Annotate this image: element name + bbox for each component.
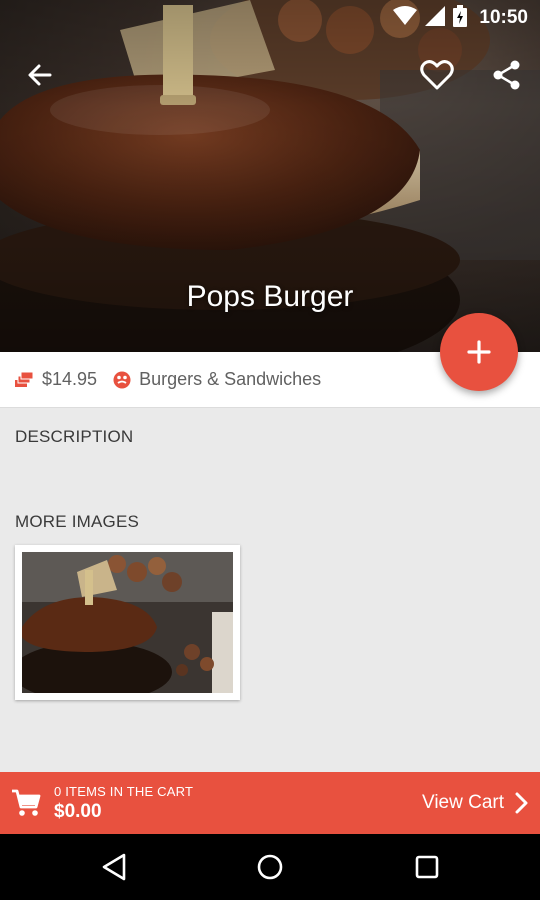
cart-icon [6,783,46,823]
category-info: Burgers & Sandwiches [113,369,321,390]
plus-icon [467,340,491,364]
nav-back-button[interactable] [94,847,134,887]
signal-icon [425,5,446,31]
nav-recents-icon [415,855,439,879]
back-button[interactable] [16,52,62,98]
wifi-icon [393,5,418,31]
cart-total: $0.00 [54,800,102,822]
chevron-right-icon [515,792,528,814]
category-icon [113,371,131,388]
view-cart-label: View Cart [421,792,504,813]
money-icon [15,371,34,387]
cart-bar[interactable]: 0 ITEMS IN THE CART $0.00 View Cart [0,772,540,834]
cart-summary: 0 ITEMS IN THE CART $0.00 [54,784,193,823]
product-title: Pops Burger [186,280,354,313]
battery-icon [453,4,468,32]
nav-home-button[interactable] [250,847,290,887]
status-time: 10:50 [479,7,528,28]
product-category: Burgers & Sandwiches [139,369,322,389]
product-price: $14.95 [42,369,98,389]
thumbnail-photo [22,552,233,693]
status-bar: 10:50 [0,0,540,36]
hero-image: 10:50 Pops Burger [0,0,540,352]
share-icon [493,60,520,90]
share-button[interactable] [484,52,530,98]
product-detail-screen: 10:50 Pops Burger $14.95 Burgers & Sandw… [0,0,540,900]
heart-outline-icon [420,60,454,90]
more-images-heading: MORE IMAGES [15,512,140,531]
system-nav-bar [0,834,540,900]
cart-item-count: 0 ITEMS IN THE CART [54,783,194,799]
view-cart-button[interactable]: View Cart [422,772,528,834]
arrow-back-icon [28,64,52,86]
price-info: $14.95 [14,369,97,390]
nav-recents-button[interactable] [407,847,447,887]
more-image-thumbnail[interactable] [15,545,240,700]
description-heading: DESCRIPTION [15,427,134,446]
nav-back-icon [102,853,126,881]
add-to-cart-fab[interactable] [440,313,518,391]
favorite-button[interactable] [414,52,460,98]
nav-home-icon [257,854,283,880]
